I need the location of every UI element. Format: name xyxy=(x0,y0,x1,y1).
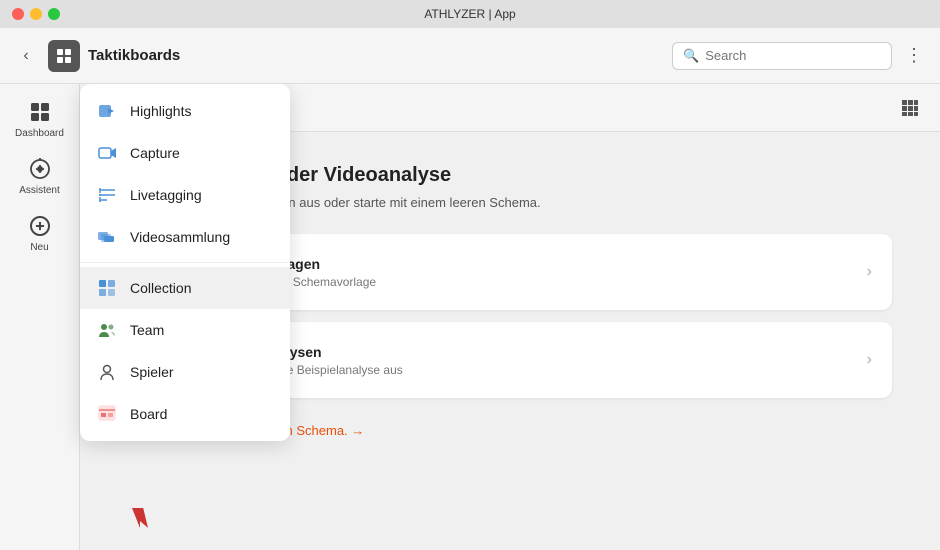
search-bar[interactable]: 🔍 xyxy=(672,42,892,70)
traffic-lights xyxy=(12,8,60,20)
livetagging-label: Livetagging xyxy=(130,187,202,203)
new-label: Neu xyxy=(30,242,48,253)
highlights-icon xyxy=(96,100,118,122)
top-bar: ‹ Taktikboards 🔍 ⋮ xyxy=(0,28,940,84)
dropdown-item-team[interactable]: Team xyxy=(80,309,290,351)
title-bar: ATHLYZER | App xyxy=(0,0,940,28)
dropdown-item-livetagging[interactable]: Livetagging xyxy=(80,174,290,216)
team-label: Team xyxy=(130,322,164,338)
main-area: Dashboard Assistent xyxy=(0,84,940,550)
grid-icon xyxy=(901,99,919,117)
capture-icon xyxy=(96,142,118,164)
sidebar-item-dashboard[interactable]: Dashboard xyxy=(8,92,72,145)
close-button[interactable] xyxy=(12,8,24,20)
home-icon xyxy=(56,48,72,64)
team-icon xyxy=(96,319,118,341)
maximize-button[interactable] xyxy=(48,8,60,20)
new-icon xyxy=(26,212,54,240)
assistant-icon xyxy=(26,155,54,183)
dropdown-item-board[interactable]: Board xyxy=(80,393,290,435)
app-container: ‹ Taktikboards 🔍 ⋮ xyxy=(0,28,940,550)
schemavorlagen-card-text: Schemavorlagen Starte mit einer Schemavo… xyxy=(208,256,851,289)
sidebar-item-new[interactable]: Neu xyxy=(8,206,72,259)
collection-label: Collection xyxy=(130,280,191,296)
videosammlung-icon xyxy=(96,226,118,248)
dropdown-item-collection[interactable]: Collection xyxy=(80,267,290,309)
board-label: Board xyxy=(130,406,167,422)
beispielanalysen-card-desc: Wähle jetzt eine Beispielanalyse aus xyxy=(208,363,851,377)
page-title: Taktikboards xyxy=(88,47,664,64)
collection-icon xyxy=(96,277,118,299)
minimize-button[interactable] xyxy=(30,8,42,20)
spieler-label: Spieler xyxy=(130,364,174,380)
videosammlung-label: Videosammlung xyxy=(130,229,230,245)
schemavorlagen-card-desc: Starte mit einer Schemavorlage xyxy=(208,275,851,289)
sidebar-item-assistant[interactable]: Assistent xyxy=(8,149,72,202)
dashboard-icon-button[interactable] xyxy=(48,40,80,72)
window-title: ATHLYZER | App xyxy=(424,7,515,21)
more-button[interactable]: ⋮ xyxy=(900,42,928,70)
dropdown-item-capture[interactable]: Capture xyxy=(80,132,290,174)
dropdown-item-highlights[interactable]: Highlights xyxy=(80,90,290,132)
back-button[interactable]: ‹ xyxy=(12,42,40,70)
grid-view-button[interactable] xyxy=(896,94,924,122)
home-title: Home xyxy=(196,99,888,117)
beispielanalysen-chevron-icon: › xyxy=(867,351,872,369)
dropdown-menu: Highlights Capture xyxy=(80,84,290,441)
livetagging-icon xyxy=(96,184,118,206)
assistant-label: Assistent xyxy=(19,185,60,196)
dropdown-item-spieler[interactable]: Spieler xyxy=(80,351,290,393)
schemavorlagen-chevron-icon: › xyxy=(867,263,872,281)
beispielanalysen-card-text: Beispielanalysen Wähle jetzt eine Beispi… xyxy=(208,344,851,377)
dashboard-icon xyxy=(26,98,54,126)
highlights-label: Highlights xyxy=(130,103,191,119)
search-input[interactable] xyxy=(705,48,881,63)
beispielanalysen-card-title: Beispielanalysen xyxy=(208,344,851,360)
schemavorlagen-card-title: Schemavorlagen xyxy=(208,256,851,272)
board-icon xyxy=(96,403,118,425)
spieler-icon xyxy=(96,361,118,383)
dashboard-label: Dashboard xyxy=(15,128,64,139)
dropdown-item-videosammlung[interactable]: Videosammlung xyxy=(80,216,290,258)
search-icon: 🔍 xyxy=(683,48,699,64)
capture-label: Capture xyxy=(130,145,180,161)
dropdown-divider-1 xyxy=(80,262,290,263)
sidebar: Dashboard Assistent xyxy=(0,84,80,550)
